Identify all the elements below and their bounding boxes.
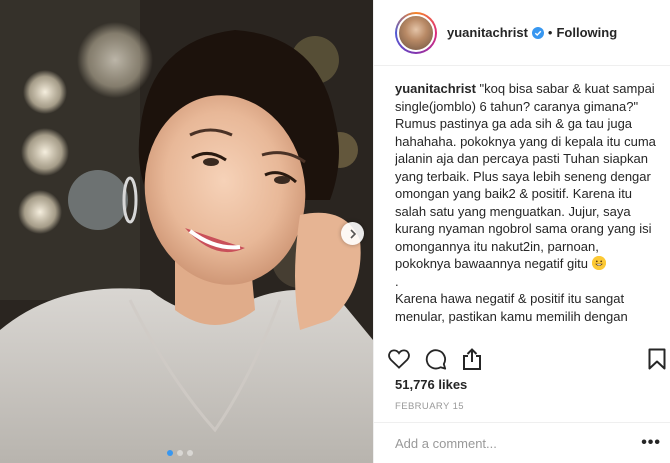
share-icon [463,348,481,370]
comment-bubble-icon [425,349,447,370]
likes-count[interactable]: 51,776 likes [395,377,467,392]
post-date[interactable]: FEBRUARY 15 [395,401,464,412]
caption-username[interactable]: yuanitachrist [395,81,476,96]
caption-text-continued: . Karena hawa negatif & positif itu sang… [395,273,628,324]
comment-input[interactable] [395,435,642,451]
caption-text: "koq bisa sabar & kuat sampai single(jom… [395,81,656,271]
post-side-panel: yuanitachrist • Following yuanitachrist … [373,0,670,463]
grinning-emoji-icon [591,256,606,270]
share-button[interactable] [462,344,499,374]
carousel-dot [177,450,183,456]
carousel-indicator [167,450,193,456]
header-separator: • [547,25,553,40]
post-photo[interactable] [0,0,373,463]
carousel-next-button[interactable] [341,222,364,245]
post-header: yuanitachrist • Following [374,0,670,66]
avatar[interactable] [395,11,437,54]
chevron-right-icon [349,228,356,239]
avatar-image [397,13,435,52]
header-username[interactable]: yuanitachrist [447,25,528,40]
heart-icon [388,349,410,369]
save-button[interactable] [636,344,666,374]
like-button[interactable] [388,344,425,374]
carousel-dot [187,450,193,456]
verified-badge-icon [531,26,544,39]
comment-bar: ••• [374,422,670,463]
caption: yuanitachrist "koq bisa sabar & kuat sam… [395,80,657,325]
portrait-image [0,0,373,463]
bookmark-icon [648,348,666,370]
caption-area: yuanitachrist "koq bisa sabar & kuat sam… [395,80,657,342]
following-button[interactable]: Following [556,25,617,40]
carousel-dot-active [167,450,173,456]
action-bar [388,342,666,376]
more-options-button[interactable]: ••• [641,434,661,452]
comment-button[interactable] [425,344,462,374]
